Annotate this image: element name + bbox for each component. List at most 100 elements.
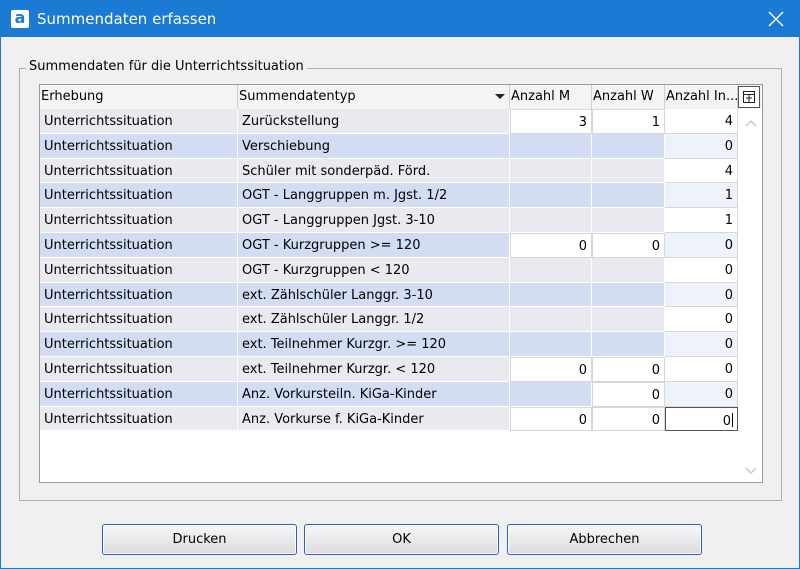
cell-anzahl-insgesamt[interactable]: 1	[665, 208, 738, 233]
column-header-erhebung[interactable]: Erhebung	[40, 85, 238, 109]
cell-anzahl-insgesamt[interactable]: 0	[665, 233, 738, 258]
cell-summendatentyp: OGT - Langgruppen Jgst. 3-10	[238, 208, 510, 233]
cell-anzahl-m[interactable]	[510, 133, 592, 159]
cell-anzahl-m[interactable]	[510, 332, 592, 357]
table-row[interactable]: Unterrichtssituation OGT - Kurzgruppen < …	[40, 257, 740, 283]
table-row[interactable]: Unterrichtssituation Anz. Vorkurse f. KiG…	[40, 406, 740, 432]
print-button[interactable]: Drucken	[102, 524, 297, 555]
table-row[interactable]: Unterrichtssituation Anz. Vorkursteiln. K…	[40, 381, 740, 407]
cell-erhebung: Unterrichtssituation	[40, 257, 238, 283]
table-row[interactable]: Unterrichtssituation OGT - Langgruppen Jg…	[40, 208, 740, 233]
table-row[interactable]: Unterrichtssituation Verschiebung 0	[40, 133, 740, 159]
scroll-down-button[interactable]	[742, 461, 760, 479]
dialog-window: a Summendaten erfassen Summendaten für d…	[0, 0, 800, 569]
cell-anzahl-m[interactable]	[510, 183, 592, 209]
cell-anzahl-w[interactable]	[592, 208, 665, 233]
column-chooser-button[interactable]	[738, 86, 760, 108]
column-header-summendatentyp[interactable]: Summendatentyp	[238, 85, 510, 109]
cell-summendatentyp: Anz. Vorkurse f. KiGa-Kinder	[238, 406, 510, 432]
chevron-down-icon	[745, 467, 757, 475]
cell-anzahl-insgesamt[interactable]: 1	[665, 183, 738, 209]
cell-anzahl-w[interactable]	[592, 282, 665, 308]
cell-anzahl-w[interactable]	[592, 257, 665, 283]
table-row[interactable]: Unterrichtssituation ext. Zählschüler Lan…	[40, 282, 740, 308]
cell-erhebung: Unterrichtssituation	[40, 332, 238, 357]
cell-anzahl-m[interactable]: 0	[510, 233, 592, 258]
column-header-anzahl-m[interactable]: Anzahl M	[510, 85, 592, 109]
cell-anzahl-m[interactable]: 3	[510, 109, 592, 134]
cell-anzahl-m[interactable]: 0	[510, 357, 592, 382]
text-caret	[732, 412, 733, 427]
sort-descending-icon[interactable]	[495, 94, 505, 99]
cell-anzahl-w[interactable]	[592, 332, 665, 357]
cell-anzahl-w[interactable]: 0	[592, 381, 665, 407]
cell-anzahl-insgesamt[interactable]: 0	[665, 282, 738, 308]
cell-erhebung: Unterrichtssituation	[40, 381, 238, 407]
ok-button[interactable]: OK	[304, 524, 499, 555]
cell-erhebung: Unterrichtssituation	[40, 183, 238, 209]
close-icon	[768, 11, 784, 27]
app-logo-icon: a	[11, 8, 29, 28]
cell-anzahl-w[interactable]: 0	[592, 233, 665, 258]
cell-anzahl-w[interactable]	[592, 158, 665, 184]
cell-anzahl-w[interactable]	[592, 307, 665, 333]
cell-summendatentyp: Anz. Vorkursteiln. KiGa-Kinder	[238, 381, 510, 407]
window-title: Summendaten erfassen	[37, 10, 217, 28]
cell-anzahl-insgesamt[interactable]: 0	[665, 307, 738, 333]
cell-anzahl-m[interactable]	[510, 257, 592, 283]
cell-summendatentyp: ext. Teilnehmer Kurzgr. < 120	[238, 357, 510, 382]
cell-summendatentyp: Schüler mit sonderpäd. Förd.	[238, 158, 510, 184]
title-bar[interactable]: a Summendaten erfassen	[1, 1, 799, 37]
cell-anzahl-insgesamt[interactable]: 0	[665, 357, 738, 382]
cell-anzahl-m[interactable]	[510, 208, 592, 233]
cell-anzahl-insgesamt[interactable]: 4	[665, 158, 738, 184]
cell-anzahl-insgesamt[interactable]: 0	[665, 381, 738, 407]
cell-anzahl-w[interactable]: 0	[592, 406, 665, 432]
table-row[interactable]: Unterrichtssituation OGT - Kurzgruppen >=…	[40, 233, 740, 258]
cell-anzahl-w[interactable]: 0	[592, 357, 665, 382]
cell-anzahl-insgesamt[interactable]: 0	[665, 257, 738, 283]
cell-erhebung: Unterrichtssituation	[40, 158, 238, 184]
cell-summendatentyp: ext. Zählschüler Langgr. 1/2	[238, 307, 510, 333]
cell-anzahl-m[interactable]	[510, 307, 592, 333]
summary-data-grid[interactable]: Erhebung Summendatentyp Anzahl M Anzahl …	[39, 84, 763, 483]
cell-summendatentyp: OGT - Kurzgruppen < 120	[238, 257, 510, 283]
table-row[interactable]: Unterrichtssituation OGT - Langgruppen m.…	[40, 183, 740, 209]
cell-summendatentyp: Verschiebung	[238, 133, 510, 159]
cancel-button[interactable]: Abbrechen	[507, 524, 702, 555]
table-row[interactable]: Unterrichtssituation ext. Teilnehmer Kurz…	[40, 357, 740, 382]
cell-erhebung: Unterrichtssituation	[40, 406, 238, 432]
cell-erhebung: Unterrichtssituation	[40, 133, 238, 159]
chevron-up-icon	[745, 119, 757, 127]
cell-erhebung: Unterrichtssituation	[40, 307, 238, 333]
cell-summendatentyp: OGT - Langgruppen m. Jgst. 1/2	[238, 183, 510, 209]
table-row[interactable]: Unterrichtssituation ext. Zählschüler Lan…	[40, 307, 740, 333]
cell-anzahl-m[interactable]	[510, 282, 592, 308]
table-row[interactable]: Unterrichtssituation Zurückstellung 3 1 4	[40, 109, 740, 134]
cell-anzahl-m[interactable]	[510, 158, 592, 184]
cell-summendatentyp: ext. Zählschüler Langgr. 3-10	[238, 282, 510, 308]
app-logo-letter: a	[14, 8, 26, 27]
cell-anzahl-w[interactable]	[592, 183, 665, 209]
column-header-anzahl-w[interactable]: Anzahl W	[592, 85, 665, 109]
cell-anzahl-m[interactable]: 0	[510, 406, 592, 432]
cell-erhebung: Unterrichtssituation	[40, 109, 238, 134]
column-header-anzahl-insgesamt[interactable]: Anzahl In...	[665, 85, 738, 109]
cell-summendatentyp: OGT - Kurzgruppen >= 120	[238, 233, 510, 258]
cell-anzahl-m[interactable]	[510, 381, 592, 407]
close-button[interactable]	[753, 1, 799, 37]
cell-anzahl-insgesamt[interactable]: 0	[665, 332, 738, 357]
cell-erhebung: Unterrichtssituation	[40, 233, 238, 258]
scroll-up-button[interactable]	[742, 115, 760, 133]
vertical-scrollbar[interactable]	[740, 109, 762, 482]
cell-summendatentyp: Zurückstellung	[238, 109, 510, 134]
cell-anzahl-insgesamt[interactable]: 4	[665, 109, 738, 134]
cell-anzahl-w[interactable]	[592, 133, 665, 159]
cell-anzahl-insgesamt[interactable]: 0	[665, 133, 738, 159]
cell-anzahl-insgesamt[interactable]: 0	[665, 406, 738, 432]
cell-summendatentyp: ext. Teilnehmer Kurzgr. >= 120	[238, 332, 510, 357]
table-row[interactable]: Unterrichtssituation ext. Teilnehmer Kurz…	[40, 332, 740, 357]
cell-anzahl-w[interactable]: 1	[592, 109, 665, 134]
table-row[interactable]: Unterrichtssituation Schüler mit sonderpä…	[40, 158, 740, 184]
column-chooser-icon	[743, 91, 755, 103]
